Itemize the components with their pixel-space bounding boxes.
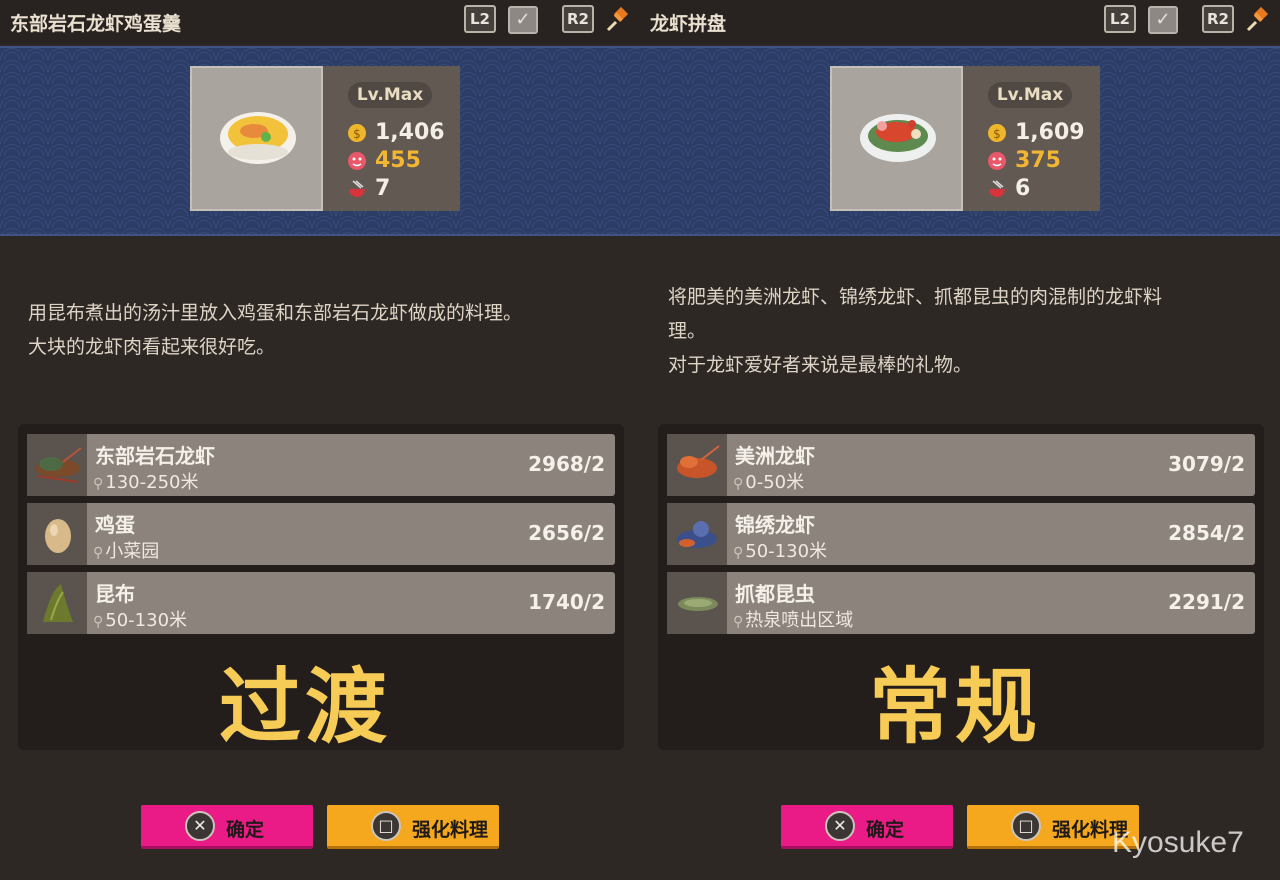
bowl-icon: [989, 180, 1005, 197]
pin-icon[interactable]: [1244, 6, 1272, 34]
taste-icon: [988, 152, 1006, 170]
ingredient-location: ⚲ 小菜园: [93, 541, 160, 562]
svg-text:$: $: [993, 127, 1001, 141]
cross-button-icon: ✕: [185, 811, 215, 841]
ingredient-name: 东部岩石龙虾: [95, 444, 215, 468]
cross-button-icon: ✕: [825, 811, 855, 841]
description-line: 对于龙虾爱好者来说是最棒的礼物。: [668, 354, 973, 376]
kelp-icon: [27, 572, 87, 634]
confirm-button[interactable]: ✕ 确定: [781, 805, 953, 849]
recipe-title: 龙虾拼盘: [650, 13, 727, 35]
confirm-button[interactable]: ✕ 确定: [141, 805, 313, 849]
checkbox-icon[interactable]: ✓: [508, 6, 538, 34]
ingredient-location: ⚲ 50-130米: [93, 610, 188, 631]
square-button-icon: □: [1011, 811, 1041, 841]
overlay-caption: 过渡: [218, 660, 391, 755]
ingredient-quantity: 3079/2: [1168, 452, 1245, 476]
svg-text:$: $: [353, 127, 361, 141]
title-bar: 龙虾拼盘 L2 ✓ R2: [640, 0, 1280, 44]
ingredient-quantity: 2968/2: [528, 452, 605, 476]
american-lobster-icon: [667, 434, 727, 496]
pin-icon[interactable]: [604, 6, 632, 34]
r2-button[interactable]: R2: [562, 5, 594, 33]
coin-icon: $: [988, 124, 1006, 142]
dish-card: Lv.Max $ 1,406 455 7: [190, 66, 460, 211]
taste-icon: [348, 152, 366, 170]
watermark: Kyosuke7: [1112, 826, 1244, 859]
servings-value: 6: [1015, 176, 1031, 201]
ingredient-quantity: 2656/2: [528, 521, 605, 545]
level-badge: Lv.Max: [988, 82, 1072, 108]
egg-icon: [27, 503, 87, 565]
overlay-caption: 常规: [868, 660, 1041, 755]
painted-lobster-icon: [667, 503, 727, 565]
level-badge: Lv.Max: [348, 82, 432, 108]
l2-button[interactable]: L2: [1104, 5, 1136, 33]
dish-image: [190, 66, 323, 211]
ingredient-row[interactable]: 东部岩石龙虾 ⚲ 130-250米 2968/2: [27, 434, 615, 496]
ingredient-row[interactable]: 鸡蛋 ⚲ 小菜园 2656/2: [27, 503, 615, 565]
location-pin-icon: ⚲: [733, 476, 744, 492]
ingredient-name: 美洲龙虾: [735, 444, 815, 468]
location-pin-icon: ⚲: [93, 476, 104, 492]
ingredient-name: 鸡蛋: [95, 513, 135, 537]
taste-value: 455: [375, 148, 421, 173]
checkbox-icon[interactable]: ✓: [1148, 6, 1178, 34]
ingredient-name: 抓都昆虫: [735, 582, 815, 606]
ingredient-row[interactable]: 锦绣龙虾 ⚲ 50-130米 2854/2: [667, 503, 1255, 565]
description-line: 用昆布煮出的汤汁里放入鸡蛋和东部岩石龙虾做成的料理。: [28, 302, 523, 324]
location-pin-icon: ⚲: [93, 545, 104, 561]
title-bar: 东部岩石龙虾鸡蛋羹 L2 ✓ R2: [0, 0, 640, 44]
bowl-icon: [349, 180, 365, 197]
dish-image: [830, 66, 963, 211]
taste-value: 375: [1015, 148, 1061, 173]
location-pin-icon: ⚲: [733, 545, 744, 561]
ingredient-location: ⚲ 热泉喷出区域: [733, 610, 854, 631]
r2-button[interactable]: R2: [1202, 5, 1234, 33]
dish-banner: Lv.Max $ 1,406 455 7: [0, 46, 640, 236]
ingredient-row[interactable]: 抓都昆虫 ⚲ 热泉喷出区域 2291/2: [667, 572, 1255, 634]
ingredient-row[interactable]: 昆布 ⚲ 50-130米 1740/2: [27, 572, 615, 634]
ingredient-quantity: 1740/2: [528, 590, 605, 614]
dish-stats: Lv.Max $ 1,609 375 6: [963, 66, 1100, 211]
price-value: 1,406: [375, 120, 445, 145]
l2-button[interactable]: L2: [464, 5, 496, 33]
description-line: 理。: [668, 320, 707, 342]
location-pin-icon: ⚲: [93, 614, 104, 630]
ingredient-quantity: 2291/2: [1168, 590, 1245, 614]
egg-custard-dish-icon: [220, 112, 296, 164]
dish-banner: Lv.Max $ 1,609 375 6: [640, 46, 1280, 236]
ingredient-name: 昆布: [95, 582, 135, 606]
enhance-dish-button[interactable]: □ 强化料理: [327, 805, 499, 849]
recipe-title: 东部岩石龙虾鸡蛋羹: [10, 13, 182, 35]
recipe-description: 将肥美的美洲龙虾、锦绣龙虾、抓都昆虫的肉混制的龙虾料 理。 对于龙虾爱好者来说是…: [668, 280, 1258, 382]
coin-icon: $: [348, 124, 366, 142]
recipe-panel-right: 龙虾拼盘 L2 ✓ R2 Lv.Max $ 1,609 375 6 将肥美的美洲…: [640, 0, 1280, 880]
location-pin-icon: ⚲: [733, 614, 744, 630]
square-button-icon: □: [371, 811, 401, 841]
recipe-panel-left: 东部岩石龙虾鸡蛋羹 L2 ✓ R2 Lv.Max $ 1,406 455 7 用…: [0, 0, 640, 880]
ingredient-quantity: 2854/2: [1168, 521, 1245, 545]
ingredient-row[interactable]: 美洲龙虾 ⚲ 0-50米 3079/2: [667, 434, 1255, 496]
recipe-description: 用昆布煮出的汤汁里放入鸡蛋和东部岩石龙虾做成的料理。 大块的龙虾肉看起来很好吃。: [28, 296, 618, 364]
dish-stats: Lv.Max $ 1,406 455 7: [323, 66, 460, 211]
ingredient-location: ⚲ 50-130米: [733, 541, 828, 562]
ingredient-name: 锦绣龙虾: [735, 513, 815, 537]
description-line: 将肥美的美洲龙虾、锦绣龙虾、抓都昆虫的肉混制的龙虾料: [668, 286, 1163, 308]
price-value: 1,609: [1015, 120, 1085, 145]
ingredient-location: ⚲ 130-250米: [93, 472, 199, 493]
description-line: 大块的龙虾肉看起来很好吃。: [28, 336, 276, 358]
servings-value: 7: [375, 176, 391, 201]
dish-card: Lv.Max $ 1,609 375 6: [830, 66, 1100, 211]
ingredient-location: ⚲ 0-50米: [733, 472, 805, 493]
lobster-icon: [27, 434, 87, 496]
isopod-icon: [667, 572, 727, 634]
lobster-platter-dish-icon: [860, 114, 936, 162]
